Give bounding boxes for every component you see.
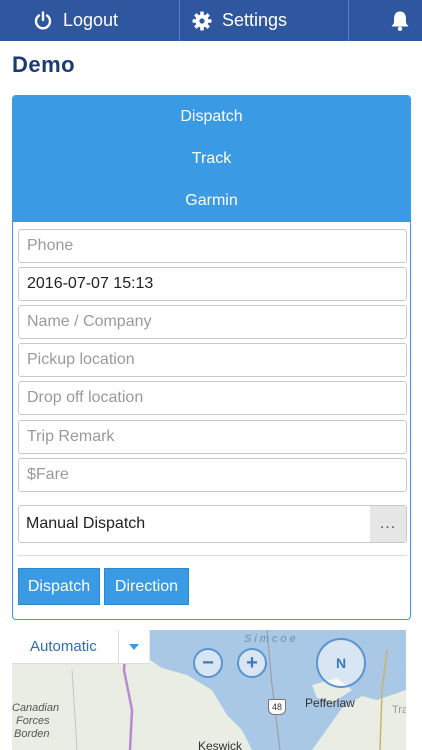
forces-label-line3: Borden	[14, 728, 50, 740]
pickup-location-field[interactable]: Pickup location	[18, 343, 407, 377]
dispatch-link[interactable]: Dispatch	[13, 96, 410, 138]
zoom-out-button[interactable]: −	[193, 648, 223, 678]
direction-button[interactable]: Direction	[104, 568, 189, 605]
lake-label: Simcoe	[244, 633, 299, 645]
trip-remark-field[interactable]: Trip Remark	[18, 420, 407, 454]
bell-icon	[390, 10, 410, 32]
dispatch-panel: Dispatch Track Garmin Phone 2016-07-07 1…	[12, 95, 411, 620]
forces-label-line1: Canadian	[12, 702, 60, 714]
track-link[interactable]: Track	[13, 138, 410, 180]
logout-label: Logout	[63, 10, 119, 30]
settings-button[interactable]: Settings	[180, 0, 349, 41]
dropoff-location-field[interactable]: Drop off location	[18, 381, 407, 415]
fare-field[interactable]: $Fare	[18, 458, 407, 492]
dispatch-mode-select[interactable]: Manual Dispatch ...	[18, 505, 407, 543]
zoom-in-button[interactable]: +	[237, 648, 267, 678]
map-edge-label: Tra	[392, 704, 406, 716]
map-view[interactable]: Automatic Simcoe Pefferlaw Keswick Canad…	[12, 630, 406, 750]
highway-shield: 48	[268, 699, 286, 715]
datetime-field[interactable]: 2016-07-07 15:13	[18, 267, 407, 301]
town-label-keswick: Keswick	[198, 739, 243, 750]
settings-label: Settings	[222, 10, 288, 30]
gear-icon	[192, 11, 212, 31]
dispatch-mode-value: Manual Dispatch	[26, 515, 146, 532]
map-mode-value: Automatic	[30, 638, 97, 655]
forces-label-line2: Forces	[16, 715, 50, 727]
notifications-button[interactable]	[349, 0, 422, 41]
compass-button[interactable]: N	[316, 638, 366, 688]
caret-down-icon[interactable]	[118, 630, 149, 664]
more-options-button[interactable]: ...	[370, 506, 406, 542]
logout-button[interactable]: Logout	[0, 0, 180, 41]
name-company-field[interactable]: Name / Company	[18, 305, 407, 339]
power-icon	[33, 10, 53, 31]
phone-field[interactable]: Phone	[18, 229, 407, 263]
page-title: Demo	[12, 52, 76, 77]
compass-icon: N	[335, 655, 347, 671]
dispatch-button[interactable]: Dispatch	[18, 568, 100, 605]
garmin-link[interactable]: Garmin	[13, 180, 410, 222]
panel-header: Dispatch Track Garmin	[13, 96, 410, 222]
map-mode-select[interactable]: Automatic	[12, 630, 149, 664]
divider	[18, 555, 407, 556]
town-label-pefferlaw: Pefferlaw	[305, 696, 355, 710]
top-nav-bar: Logout Settings	[0, 0, 422, 41]
